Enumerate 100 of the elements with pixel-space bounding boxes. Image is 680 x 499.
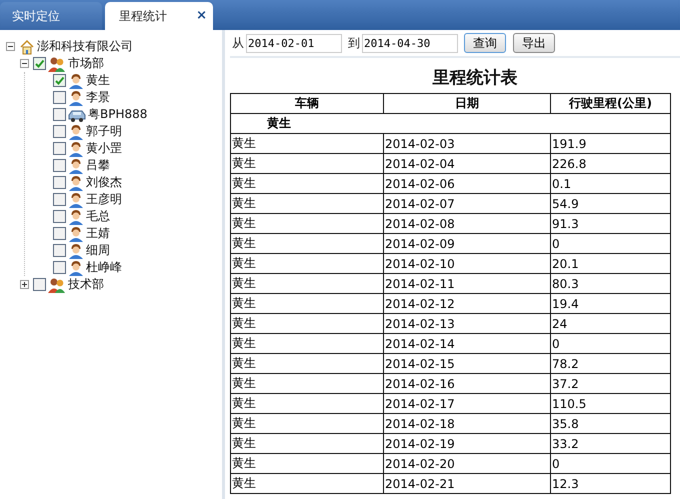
checkbox[interactable]: [53, 108, 66, 121]
table-cell: 191.9: [550, 134, 670, 154]
table-cell: 0.1: [550, 174, 670, 194]
table-cell: 2014-02-03: [384, 134, 550, 154]
table-cell: 0: [550, 234, 670, 254]
tree-item[interactable]: 李景: [86, 89, 110, 106]
table-cell: 2014-02-08: [384, 214, 550, 234]
table-cell: 2014-02-11: [384, 274, 550, 294]
table-cell: 91.3: [550, 214, 670, 234]
group-icon: [48, 56, 66, 72]
table-cell: 0: [550, 334, 670, 354]
tree-item[interactable]: 粤BPH888: [88, 106, 148, 123]
tree-item[interactable]: 市场部: [68, 55, 104, 72]
tree-item[interactable]: 吕攀: [86, 157, 110, 174]
table-cell: 2014-02-20: [384, 454, 550, 474]
table-cell: 78.2: [550, 354, 670, 374]
table-cell: 黄生: [230, 254, 384, 274]
table-cell: 2014-02-10: [384, 254, 550, 274]
table-cell: 黄生: [230, 274, 384, 294]
table-cell: 2014-02-16: [384, 374, 550, 394]
column-header: 车辆: [230, 94, 384, 114]
tree-item[interactable]: 细周: [86, 242, 110, 259]
table-cell: 黄生: [230, 414, 384, 434]
table-cell: 2014-02-21: [384, 474, 550, 494]
table-cell: 2014-02-06: [384, 174, 550, 194]
tree-item[interactable]: 刘俊杰: [86, 174, 122, 191]
person-icon: [68, 90, 84, 106]
checkbox[interactable]: [53, 176, 66, 189]
tab[interactable]: 实时定位: [0, 2, 102, 30]
table-cell: 19.4: [550, 294, 670, 314]
table-cell: 2014-02-07: [384, 194, 550, 214]
tree-item[interactable]: 澎和科技有限公司: [37, 38, 133, 55]
table-cell: 2014-02-13: [384, 314, 550, 334]
table-cell: 黄生: [230, 334, 384, 354]
table-cell: 24: [550, 314, 670, 334]
person-icon: [68, 174, 84, 190]
tree-item[interactable]: 郭子明: [86, 123, 122, 140]
table-cell: 黄生: [230, 394, 384, 414]
person-icon: [68, 208, 84, 224]
table-cell: 226.8: [550, 154, 670, 174]
date-field[interactable]: 2014-04-30: [362, 34, 458, 52]
table-cell: 35.8: [550, 414, 670, 434]
person-icon: [68, 124, 84, 140]
table-cell: 黄生: [230, 474, 384, 494]
table-cell: 54.9: [550, 194, 670, 214]
checkbox[interactable]: [53, 142, 66, 155]
table-cell: 黄生: [230, 294, 384, 314]
table-cell: 2014-02-19: [384, 434, 550, 454]
group-icon: [48, 276, 66, 292]
table-cell: 2014-02-09: [384, 234, 550, 254]
table-cell: 黄生: [230, 374, 384, 394]
export-button[interactable]: 导出: [513, 33, 555, 53]
table-cell: 37.2: [550, 374, 670, 394]
tree-item[interactable]: 黄生: [86, 72, 110, 89]
checkbox[interactable]: [53, 210, 66, 223]
checkbox[interactable]: [53, 193, 66, 206]
close-icon[interactable]: ×: [196, 8, 207, 23]
table-cell: 80.3: [550, 274, 670, 294]
table-cell: 2014-02-18: [384, 414, 550, 434]
checkbox[interactable]: [53, 159, 66, 172]
table-cell: 黄生: [230, 214, 384, 234]
person-icon: [68, 260, 84, 276]
table-cell: 黄生: [230, 454, 384, 474]
checkbox[interactable]: [33, 57, 46, 70]
checkbox[interactable]: [53, 227, 66, 240]
checkbox[interactable]: [53, 261, 66, 274]
from-label: 从: [232, 34, 244, 52]
person-icon: [68, 192, 84, 208]
table-cell: 黄生: [230, 134, 384, 154]
house-icon: [19, 38, 35, 54]
query-button[interactable]: 查询: [464, 33, 506, 53]
tree-item[interactable]: 技术部: [68, 276, 104, 293]
checkbox[interactable]: [53, 74, 66, 87]
person-icon: [68, 226, 84, 242]
table-cell: 2014-02-04: [384, 154, 550, 174]
checkbox[interactable]: [53, 244, 66, 257]
group-label: 黄生: [267, 116, 291, 130]
person-icon: [68, 72, 84, 88]
tree-item[interactable]: 杜峥峰: [86, 259, 122, 276]
date-field[interactable]: 2014-02-01: [246, 34, 342, 52]
table-cell: 0: [550, 454, 670, 474]
table-cell: 黄生: [230, 154, 384, 174]
table-cell: 2014-02-14: [384, 334, 550, 354]
table-cell: 黄生: [230, 354, 384, 374]
table-cell: 2014-02-15: [384, 354, 550, 374]
checkbox[interactable]: [33, 278, 46, 291]
table-cell: 黄生: [230, 434, 384, 454]
tree-item[interactable]: 黄小罡: [86, 140, 122, 157]
checkbox[interactable]: [53, 91, 66, 104]
tree-item[interactable]: 王彦明: [86, 191, 122, 208]
tab[interactable]: 里程统计 ×: [105, 2, 213, 30]
to-label: 到: [348, 34, 360, 52]
collapse-icon[interactable]: [6, 42, 17, 51]
table-cell: 12.3: [550, 474, 670, 494]
table-cell: 2014-02-12: [384, 294, 550, 314]
tree-item[interactable]: 毛总: [86, 208, 110, 225]
person-icon: [68, 242, 84, 258]
checkbox[interactable]: [53, 125, 66, 138]
column-header: 日期: [384, 94, 550, 114]
tree-item[interactable]: 王婧: [86, 225, 110, 242]
